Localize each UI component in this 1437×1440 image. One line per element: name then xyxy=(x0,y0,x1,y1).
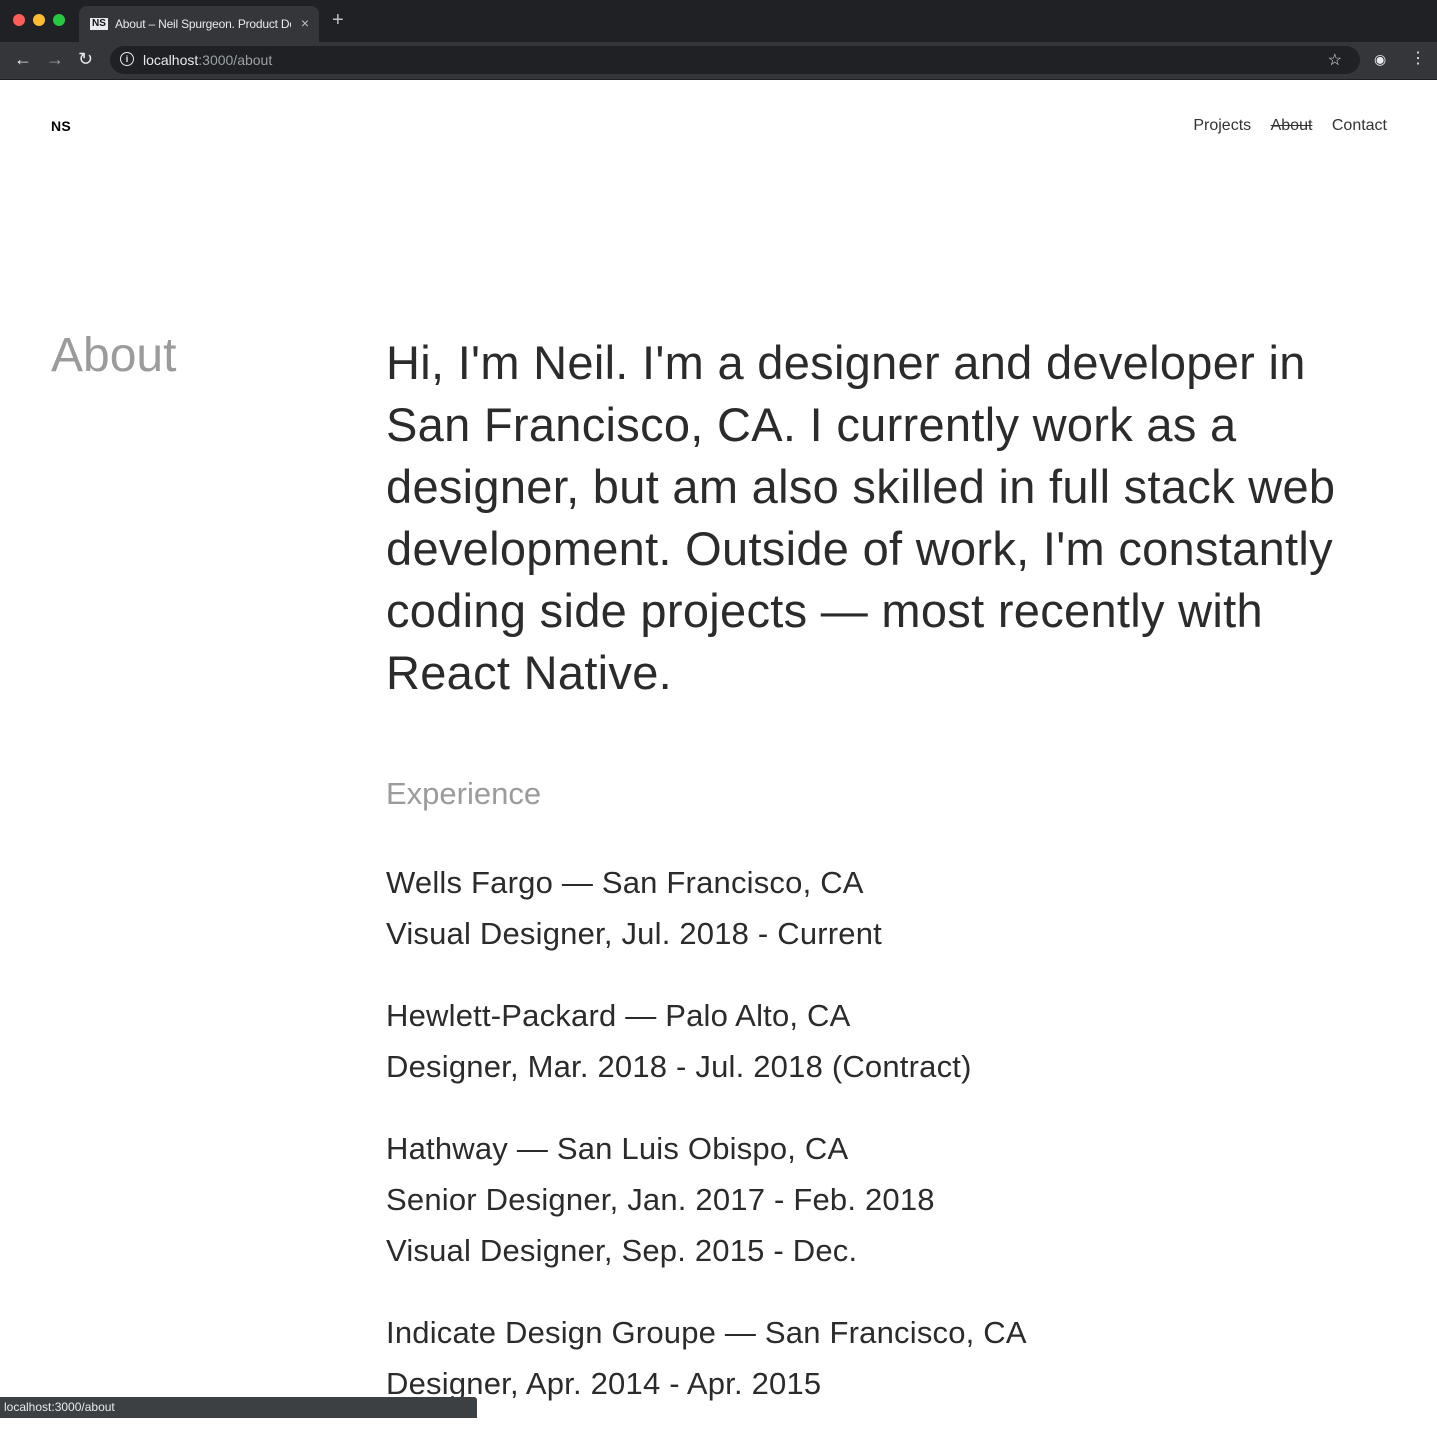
browser-toolbar: ← → ↻ i localhost:3000/about ☆ ◉ ⋮ xyxy=(0,42,1437,80)
url-text: localhost:3000/about xyxy=(143,52,272,68)
experience-item-hathway: Hathway — San Luis Obispo, CA Senior Des… xyxy=(386,1123,1386,1276)
back-arrow-icon[interactable]: ← xyxy=(14,49,32,69)
tab-title: About – Neil Spurgeon. Product Designer xyxy=(115,17,291,31)
experience-list: Wells Fargo — San Francisco, CA Visual D… xyxy=(386,857,1386,1440)
job-company-line: Indicate Design Groupe — San Francisco, … xyxy=(386,1315,1027,1350)
job-company-line: Hewlett-Packard — Palo Alto, CA xyxy=(386,998,851,1033)
url-path: :3000/about xyxy=(198,52,273,68)
job-role-line: Senior Designer, Jan. 2017 - Feb. 2018 xyxy=(386,1182,935,1217)
link-status-bar: localhost:3000/about xyxy=(0,1397,477,1418)
maximize-window-button[interactable] xyxy=(53,14,65,26)
experience-item-indicate-design-groupe: Indicate Design Groupe — San Francisco, … xyxy=(386,1307,1386,1409)
browser-tab[interactable]: NS About – Neil Spurgeon. Product Design… xyxy=(79,6,319,42)
kebab-menu-icon[interactable]: ⋮ xyxy=(1410,50,1426,68)
reload-icon[interactable]: ↻ xyxy=(78,49,93,69)
job-company-line: Wells Fargo — San Francisco, CA xyxy=(386,865,864,900)
job-company-line: Hathway — San Luis Obispo, CA xyxy=(386,1131,849,1166)
nav-link-projects[interactable]: Projects xyxy=(1193,117,1251,134)
job-role-line: Designer, Apr. 2014 - Apr. 2015 xyxy=(386,1366,822,1401)
minimize-window-button[interactable] xyxy=(33,14,45,26)
incognito-icon[interactable]: ◉ xyxy=(1374,51,1386,68)
favicon-icon: NS xyxy=(90,18,108,30)
experience-item-hewlett-packard: Hewlett-Packard — Palo Alto, CA Designer… xyxy=(386,990,1386,1092)
info-icon[interactable]: i xyxy=(120,52,134,66)
experience-heading: Experience xyxy=(386,776,542,811)
job-role-line: Visual Designer, Sep. 2015 - Dec. xyxy=(386,1233,858,1268)
site-nav: Projects About Contact xyxy=(1178,117,1387,135)
nav-link-contact[interactable]: Contact xyxy=(1332,117,1387,134)
site-logo[interactable]: NS xyxy=(51,118,71,134)
address-bar[interactable]: i localhost:3000/about ☆ xyxy=(110,46,1360,74)
nav-link-about[interactable]: About xyxy=(1271,117,1313,134)
browser-tab-bar: NS About – Neil Spurgeon. Product Design… xyxy=(0,0,1437,42)
forward-arrow-icon[interactable]: → xyxy=(46,49,64,69)
url-host: localhost xyxy=(143,52,199,68)
experience-item-wells-fargo: Wells Fargo — San Francisco, CA Visual D… xyxy=(386,857,1386,959)
new-tab-button[interactable]: + xyxy=(332,10,344,30)
intro-paragraph: Hi, I'm Neil. I'm a designer and develop… xyxy=(386,336,1336,699)
job-role-line: Designer, Mar. 2018 - Jul. 2018 (Contrac… xyxy=(386,1049,972,1084)
tab-close-icon[interactable]: × xyxy=(301,15,309,31)
star-icon[interactable]: ☆ xyxy=(1328,50,1342,70)
close-window-button[interactable] xyxy=(13,14,25,26)
page-title: About xyxy=(51,329,177,382)
job-role-line: Visual Designer, Jul. 2018 - Current xyxy=(386,916,882,951)
